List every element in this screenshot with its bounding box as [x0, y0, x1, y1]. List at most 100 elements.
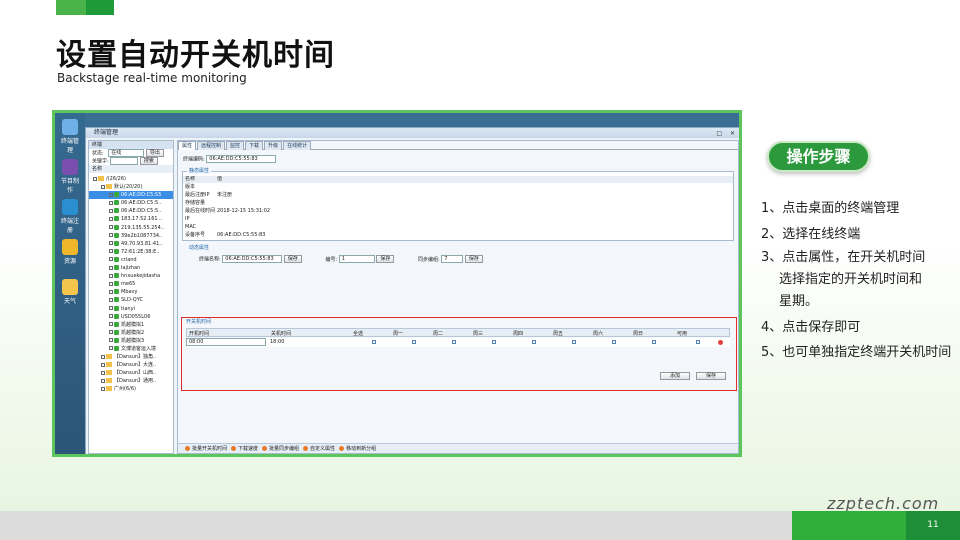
export-button[interactable]: 导出 — [145, 149, 164, 157]
schedule-column-header: 开机时间 — [189, 331, 210, 337]
schedule-checkbox[interactable] — [412, 340, 416, 344]
tree-node[interactable]: 【Dansun】通用.. — [89, 377, 173, 385]
tree-node[interactable]: 【Dansun】山西.. — [89, 369, 173, 377]
tree-node[interactable]: 06:AE:DD:C5:5.. — [89, 207, 173, 215]
action-link[interactable]: 批量同步编组 — [269, 446, 299, 452]
tree-node[interactable]: 219.135.55.254.. — [89, 224, 173, 232]
step-3-cont-1: 选择指定的开关机时间和 — [779, 272, 923, 287]
terminal-icon — [114, 289, 119, 295]
name-column-header: 名称 — [89, 165, 173, 173]
tree-node[interactable]: crland — [89, 256, 173, 264]
tree-node[interactable]: 凯越模拟2 — [89, 329, 173, 337]
dynamic-fields-row: 终端名称: 06:AE:DD:C5:55:83 保存 编号: 1 保存 同步编组… — [199, 255, 483, 263]
desktop-icon-weather[interactable]: 天气 — [59, 279, 81, 305]
schedule-checkbox[interactable] — [652, 340, 656, 344]
tree-node[interactable]: /(26/26) — [89, 175, 173, 183]
action-link[interactable]: 下载速度 — [238, 446, 258, 452]
tree-node[interactable]: me65 — [89, 280, 173, 288]
tab-3[interactable]: 下载 — [245, 141, 264, 150]
tree-node[interactable]: 【Dansun】大连.. — [89, 361, 173, 369]
status-select[interactable]: 在线 — [108, 149, 145, 157]
save-sync-button[interactable]: 保存 — [464, 255, 483, 263]
schedule-column-header: 周三 — [473, 331, 484, 337]
desktop-icon-register[interactable]: 终端注册 — [59, 199, 81, 234]
tree-node[interactable]: Mbavy — [89, 288, 173, 296]
action-link[interactable]: 批量开关机时间 — [192, 446, 227, 452]
tree-node[interactable]: 默认(20/20) — [89, 183, 173, 191]
desktop-icon-resource[interactable]: 资源 — [59, 239, 81, 265]
folder-icon — [106, 184, 112, 190]
slide-title: 设置自动开关机时间 — [56, 38, 335, 73]
delete-icon[interactable] — [718, 340, 723, 345]
keyword-input[interactable] — [110, 157, 139, 165]
schedule-checkbox[interactable] — [492, 340, 496, 344]
action-icon — [339, 446, 345, 451]
folder-icon — [106, 370, 112, 376]
page-number: 11 — [927, 520, 939, 530]
schedule-checkbox[interactable] — [532, 340, 536, 344]
tab-1[interactable]: 远程控制 — [197, 141, 226, 150]
footer-band — [0, 511, 792, 540]
folder-icon — [98, 176, 104, 181]
tree-node[interactable]: lajizhan — [89, 264, 173, 272]
schedule-checkbox[interactable] — [572, 340, 576, 344]
action-bar: 批量开关机时间 下载速度 批量同步编组 自定义属性 移动到新分组 — [178, 443, 738, 453]
terminal-icon — [114, 256, 119, 262]
schedule-column-header: 周四 — [513, 331, 524, 337]
tree-node[interactable]: 凯越模拟3 — [89, 337, 173, 345]
terminal-code-field[interactable]: 06:AE:DD:C5:55:83 — [206, 155, 277, 163]
schedule-checkbox[interactable] — [612, 340, 616, 344]
tree-node[interactable]: 【Dansun】独角.. — [89, 353, 173, 361]
schedule-header: 开机时间 关机时间 全选 周一 周二 周三 周四 周五 周六 周日 可用 — [186, 328, 730, 337]
add-schedule-button[interactable]: 添加 — [660, 372, 690, 380]
tree-node[interactable]: 183.17.52.161 .. — [89, 215, 173, 223]
schedule-checkbox[interactable] — [696, 340, 700, 344]
save-schedule-button[interactable]: 保存 — [696, 372, 726, 380]
folder-icon — [106, 362, 112, 368]
static-table-row: 版本 — [185, 184, 196, 190]
tree-node[interactable]: 凯越模拟1 — [89, 321, 173, 329]
tab-5[interactable]: 在线统计 — [283, 141, 312, 150]
tree-node[interactable]: 06:AE:DD:C5:5.. — [89, 199, 173, 207]
save-name-button[interactable]: 保存 — [283, 255, 302, 263]
static-table-row: IP — [185, 216, 190, 222]
save-number-button[interactable]: 保存 — [376, 255, 395, 263]
number-input[interactable]: 1 — [338, 255, 375, 263]
schedule-highlight: 开关机时间 开机时间 关机时间 全选 周一 周二 周三 周四 周五 周六 周日 可用 08:00 18… — [181, 317, 737, 391]
tab-4[interactable]: 升级 — [264, 141, 283, 150]
schedule-checkbox[interactable] — [452, 340, 456, 344]
tree-node[interactable]: 49.70.93.81:41.. — [89, 240, 173, 248]
tree-node[interactable]: 06:AE:DD:C5:55 — [89, 191, 173, 200]
tree-node[interactable]: 广州(6/6) — [89, 385, 173, 393]
tab-2[interactable]: 监控 — [226, 141, 245, 150]
sync-input[interactable]: 7 — [441, 255, 464, 263]
footer-accent-light — [792, 511, 906, 540]
terminal-icon — [114, 224, 119, 230]
step-3-cont-2: 星期。 — [779, 294, 819, 309]
schedule-checkbox[interactable] — [372, 340, 376, 344]
folder-icon — [106, 354, 112, 360]
action-link[interactable]: 自定义属性 — [310, 446, 335, 452]
action-icon — [185, 446, 190, 451]
slide: 设置自动开关机时间 Backstage real-time monitoring… — [0, 0, 960, 540]
tree-node[interactable]: 文博道客运入境 — [89, 345, 173, 353]
window-controls[interactable]: □ ✕ — [716, 129, 738, 139]
tree-node[interactable]: tianyi — [89, 305, 173, 313]
tree-node[interactable]: SLD-QYC — [89, 296, 173, 304]
tree-node[interactable]: 72:61:2E:38:E.. — [89, 248, 173, 256]
tab-0[interactable]: 属性 — [178, 141, 197, 150]
tree-node[interactable]: hnxuekejidasha — [89, 272, 173, 280]
tree-node[interactable]: 39e2b1087734.. — [89, 232, 173, 240]
desktop-icon-program[interactable]: 节目制作 — [59, 159, 81, 194]
desktop-icon-terminal[interactable]: 终端管理 — [59, 119, 81, 154]
off-time-value[interactable]: 18:00 — [270, 339, 284, 345]
schedule-column-header: 周五 — [553, 331, 564, 337]
terminal-list-panel: 终端 状态: 在线 导出 关键字: 搜索 名称 /(26/26) 默认(20/20… — [88, 140, 174, 454]
top-accent-dark — [86, 0, 114, 15]
terminal-name-input[interactable]: 06:AE:DD:C5:55:83 — [222, 255, 283, 263]
on-time-select[interactable]: 08:00 — [186, 338, 266, 346]
action-link[interactable]: 移动到新分组 — [346, 446, 376, 452]
search-button[interactable]: 搜索 — [139, 157, 158, 165]
tree-node[interactable]: USD055L06 — [89, 313, 173, 321]
step-1: 1、点击桌面的终端管理 — [761, 201, 900, 216]
